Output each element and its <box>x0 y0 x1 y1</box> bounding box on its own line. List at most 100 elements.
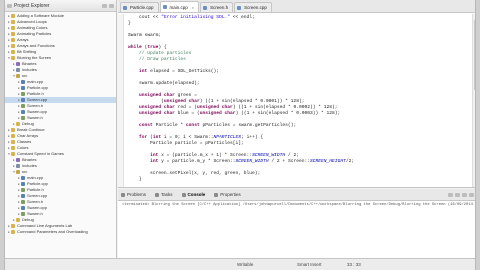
ide-window: Project Explorer ▸ Adding a Software Modu… <box>4 0 476 270</box>
view-icon <box>181 192 186 197</box>
includes-icon <box>16 164 20 168</box>
header-file-icon <box>21 212 25 216</box>
console-tab[interactable]: Console <box>181 192 206 197</box>
folder-icon <box>11 44 15 48</box>
cpp-file-icon <box>21 80 25 84</box>
console-output: <terminated> Blurring the Screen [C/C++ … <box>122 203 476 207</box>
console-tab[interactable]: Tasks <box>155 192 173 197</box>
console-tab-label: Problems <box>127 192 147 197</box>
code-line: swarm.update(elapsed); <box>128 81 200 86</box>
project-tree: ▸ Adding a Software Module ▸ Advanced Loops… <box>5 13 116 235</box>
cpp-file-icon <box>21 86 25 90</box>
clear-console-icon[interactable] <box>448 192 453 197</box>
project-explorer-panel: Project Explorer ▸ Adding a Software Modu… <box>5 0 117 258</box>
folder-icon <box>11 38 15 42</box>
status-position: 33 : 33 <box>347 262 361 267</box>
code-editor: Particle.cpp main.cpp × Screen.h Screen.cpp … <box>118 0 475 188</box>
pin-icon[interactable] <box>455 192 460 197</box>
src-folder-icon <box>16 74 20 78</box>
folder-icon <box>11 134 15 138</box>
header-file-icon <box>21 104 25 108</box>
folder-icon <box>11 32 15 36</box>
project-explorer-title: Project Explorer <box>14 2 50 9</box>
code-line: int y = particle.m_y * Screen::SCREEN_WI… <box>150 159 355 164</box>
folder-icon <box>11 224 15 228</box>
folder-icon <box>16 218 20 222</box>
view-icon <box>214 192 219 197</box>
src-folder-icon <box>16 170 20 174</box>
console-tab-label: Properties <box>220 192 241 197</box>
editor-tab-label: Particle.cpp <box>130 5 154 10</box>
file-icon <box>123 5 127 10</box>
project-explorer-icon <box>7 3 12 8</box>
code-line: screen.setPixel(x, y, red, green, blue); <box>128 171 261 176</box>
folder-icon <box>11 50 15 54</box>
close-icon[interactable]: × <box>192 5 194 10</box>
folder-icon <box>11 26 15 30</box>
editor-scroll-thumb[interactable] <box>474 20 475 90</box>
binaries-icon <box>16 62 20 66</box>
editor-tab[interactable]: Particle.cpp <box>120 2 159 12</box>
folder-icon <box>11 128 15 132</box>
header-file-icon <box>21 116 25 120</box>
binaries-icon <box>16 158 20 162</box>
editor-tab[interactable]: Screen.cpp <box>234 2 272 12</box>
maximize-icon[interactable] <box>109 3 114 8</box>
folder-icon <box>11 56 15 60</box>
folder-icon <box>11 146 15 150</box>
console-panel: Problems Tasks Console Properties <terminat… <box>118 189 476 258</box>
file-icon <box>237 5 242 10</box>
folder-icon <box>16 122 20 126</box>
editor-tab[interactable]: Screen.h <box>200 2 234 12</box>
view-icon <box>121 192 125 197</box>
status-mode: Writable <box>237 262 254 267</box>
minimize-icon[interactable] <box>102 3 107 8</box>
cpp-file-icon <box>21 206 25 210</box>
view-icon <box>155 192 160 197</box>
console-tab[interactable]: Problems <box>121 192 146 197</box>
code-line: } <box>128 21 131 26</box>
maximize-icon[interactable] <box>469 192 474 197</box>
cpp-file-icon <box>21 182 25 186</box>
editor-tab-bar: Particle.cpp main.cpp × Screen.h Screen.cpp <box>118 0 475 13</box>
code-line: Particle particle = pParticles[i]; <box>128 141 244 146</box>
file-icon <box>162 5 167 9</box>
editor-scrollbar[interactable] <box>472 14 475 187</box>
editor-gutter <box>118 14 124 187</box>
header-file-icon <box>21 200 25 204</box>
cpp-file-icon <box>21 98 25 102</box>
code-line: Swarm swarm; <box>128 33 162 38</box>
minimize-icon[interactable] <box>462 192 467 197</box>
folder-icon <box>11 140 15 144</box>
folder-icon <box>11 230 15 234</box>
cpp-file-icon <box>21 194 25 198</box>
editor-tab-label: main.cpp <box>169 4 188 10</box>
editor-tab-label: Screen.cpp <box>244 5 267 10</box>
header-file-icon <box>21 188 25 192</box>
code-line: int elapsed = SDL_GetTicks(); <box>139 69 219 74</box>
status-bar: Writable Smart Insert 33 : 33 <box>5 258 475 270</box>
project-explorer-header: Project Explorer <box>5 0 116 12</box>
code-line: } <box>128 177 142 182</box>
cpp-file-icon <box>21 110 25 114</box>
folder-icon <box>11 14 15 18</box>
right-edge <box>476 0 480 270</box>
folder-icon <box>11 152 15 156</box>
tree-item-label: Command Parameters and Overloading <box>17 229 88 234</box>
includes-icon <box>16 68 20 72</box>
editor-tab[interactable]: main.cpp × <box>159 1 200 12</box>
console-tab-label: Console <box>187 192 206 197</box>
code-line: // Draw particles <box>139 57 186 62</box>
code-area[interactable]: cout << "Error initialising SDL." << end… <box>118 14 475 187</box>
console-tab[interactable]: Properties <box>214 192 241 197</box>
cpp-file-icon <box>21 176 25 180</box>
console-tab-label: Tasks <box>161 192 173 197</box>
editor-tab-label: Screen.h <box>210 5 229 10</box>
code-line: const Particle * const pParticles = swar… <box>139 123 297 128</box>
console-tab-bar: Problems Tasks Console Properties <box>118 189 475 201</box>
tree-item[interactable]: ▸ Command Parameters and Overloading <box>5 229 116 235</box>
header-file-icon <box>21 92 25 96</box>
code-line: unsigned char blue = (unsigned char) ((1… <box>139 111 341 116</box>
code-line: cout << "Error initialising SDL." << end… <box>128 15 255 20</box>
folder-icon <box>11 20 15 24</box>
